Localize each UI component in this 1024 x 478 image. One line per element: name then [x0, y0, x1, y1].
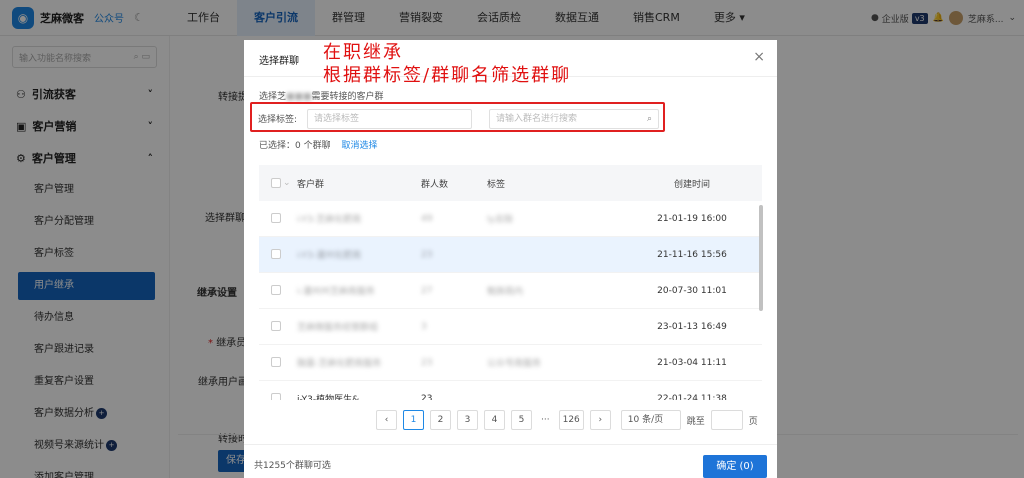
- created-time: 23-01-13 16:49: [657, 321, 727, 332]
- member-count: 49: [421, 213, 433, 224]
- divider: [244, 444, 777, 445]
- member-count: 23: [421, 249, 433, 260]
- col-header-count: 群人数: [421, 179, 449, 190]
- row-checkbox[interactable]: [271, 393, 281, 400]
- selection-info: 已选择：0 个群聊 取消选择: [259, 138, 377, 151]
- group-name: 融量-芝麻化肥南服务: [297, 359, 382, 369]
- annotation-line1: 在职继承: [323, 42, 403, 63]
- group-name: i-灌州州芝麻南服务: [297, 287, 375, 297]
- table-row[interactable]: i-Y3-芝麻化肥南 49 ly去除 21-01-19 16:00: [259, 201, 762, 237]
- page-button[interactable]: 2: [430, 410, 451, 430]
- group-name: i-Y3-灌州化肥南: [297, 251, 362, 261]
- jump-label: 跳至: [686, 416, 705, 427]
- jump-page-input[interactable]: [710, 410, 743, 430]
- group-table: ⌄ 客户群 群人数 标签 创建时间 i-Y3-芝麻化肥南 49 ly去除 21-01-…: [259, 165, 762, 400]
- filter-highlight-box: [250, 102, 665, 132]
- group-name: i-Y3-植物医生&: [297, 395, 360, 400]
- member-count: 3: [421, 321, 427, 332]
- modal-title: 选择群聊: [259, 56, 299, 67]
- page-size-select[interactable]: 10 条/页: [620, 410, 681, 430]
- group-name: i-Y3-芝麻化肥南: [297, 215, 362, 225]
- row-checkbox[interactable]: [271, 357, 281, 368]
- member-count: 23: [421, 357, 433, 368]
- pagination: ‹ 1 2 3 4 5 ··· 126 › 10 条/页 跳至 页: [376, 410, 758, 430]
- row-checkbox[interactable]: [271, 321, 281, 332]
- table-row[interactable]: i-灌州州芝麻南服务 27 勉族局内 20-07-30 11:01: [259, 273, 762, 309]
- total-groups: 共1255个群聊可选: [254, 461, 331, 471]
- row-checkbox[interactable]: [271, 285, 281, 296]
- close-icon[interactable]: ×: [753, 49, 765, 65]
- member-count: 23: [421, 393, 433, 401]
- table-row[interactable]: i-Y3-灌州化肥南 23 21-11-16 15:56: [259, 237, 762, 273]
- created-time: 21-03-04 11:11: [657, 357, 727, 368]
- next-page-button[interactable]: ›: [589, 410, 611, 430]
- created-time: 22-01-24 11:38: [657, 393, 727, 401]
- group-tag: ly去除: [487, 215, 513, 225]
- created-time: 21-11-16 15:56: [657, 249, 727, 260]
- modal-description: 选择芝■■■需要转接的客户群: [259, 92, 384, 102]
- selected-count: 已选择：0 个群聊: [259, 141, 331, 151]
- table-row[interactable]: 芝麻微服务经营群组 3 23-01-13 16:49: [259, 309, 762, 345]
- row-checkbox[interactable]: [271, 213, 281, 224]
- clear-selection-link[interactable]: 取消选择: [341, 141, 377, 151]
- row-checkbox[interactable]: [271, 249, 281, 260]
- group-tag: 公众号南服务: [487, 359, 542, 369]
- table-scrollbar[interactable]: [759, 205, 763, 311]
- ellipsis-icon[interactable]: ···: [538, 410, 553, 430]
- page-button[interactable]: 1: [403, 410, 424, 430]
- member-count: 27: [421, 285, 433, 296]
- page-button[interactable]: 126: [558, 410, 584, 430]
- chevron-down-icon[interactable]: ⌄: [283, 178, 291, 188]
- table-row[interactable]: i-Y3-植物医生& 23 22-01-24 11:38: [259, 381, 762, 400]
- page-button[interactable]: 5: [511, 410, 532, 430]
- group-tag: 勉族局内: [487, 287, 524, 297]
- col-header-tag: 标签: [487, 179, 506, 190]
- table-header: ⌄ 客户群 群人数 标签 创建时间: [259, 165, 762, 201]
- col-header-date: 创建时间: [673, 179, 710, 190]
- table-row[interactable]: 融量-芝麻化肥南服务 23 公众号南服务 21-03-04 11:11: [259, 345, 762, 381]
- created-time: 20-07-30 11:01: [657, 285, 727, 296]
- page-button[interactable]: 4: [484, 410, 505, 430]
- confirm-button[interactable]: 确定 (0): [703, 455, 767, 478]
- col-header-group: 客户群: [297, 179, 325, 190]
- page-button[interactable]: 3: [457, 410, 478, 430]
- group-name: 芝麻微服务经营群组: [297, 323, 379, 333]
- created-time: 21-01-19 16:00: [657, 213, 727, 224]
- select-all-checkbox[interactable]: [271, 177, 281, 188]
- page-suffix: 页: [748, 416, 758, 427]
- annotation-line2: 根据群标签/群聊名筛选群聊: [323, 65, 572, 86]
- prev-page-button[interactable]: ‹: [376, 410, 397, 430]
